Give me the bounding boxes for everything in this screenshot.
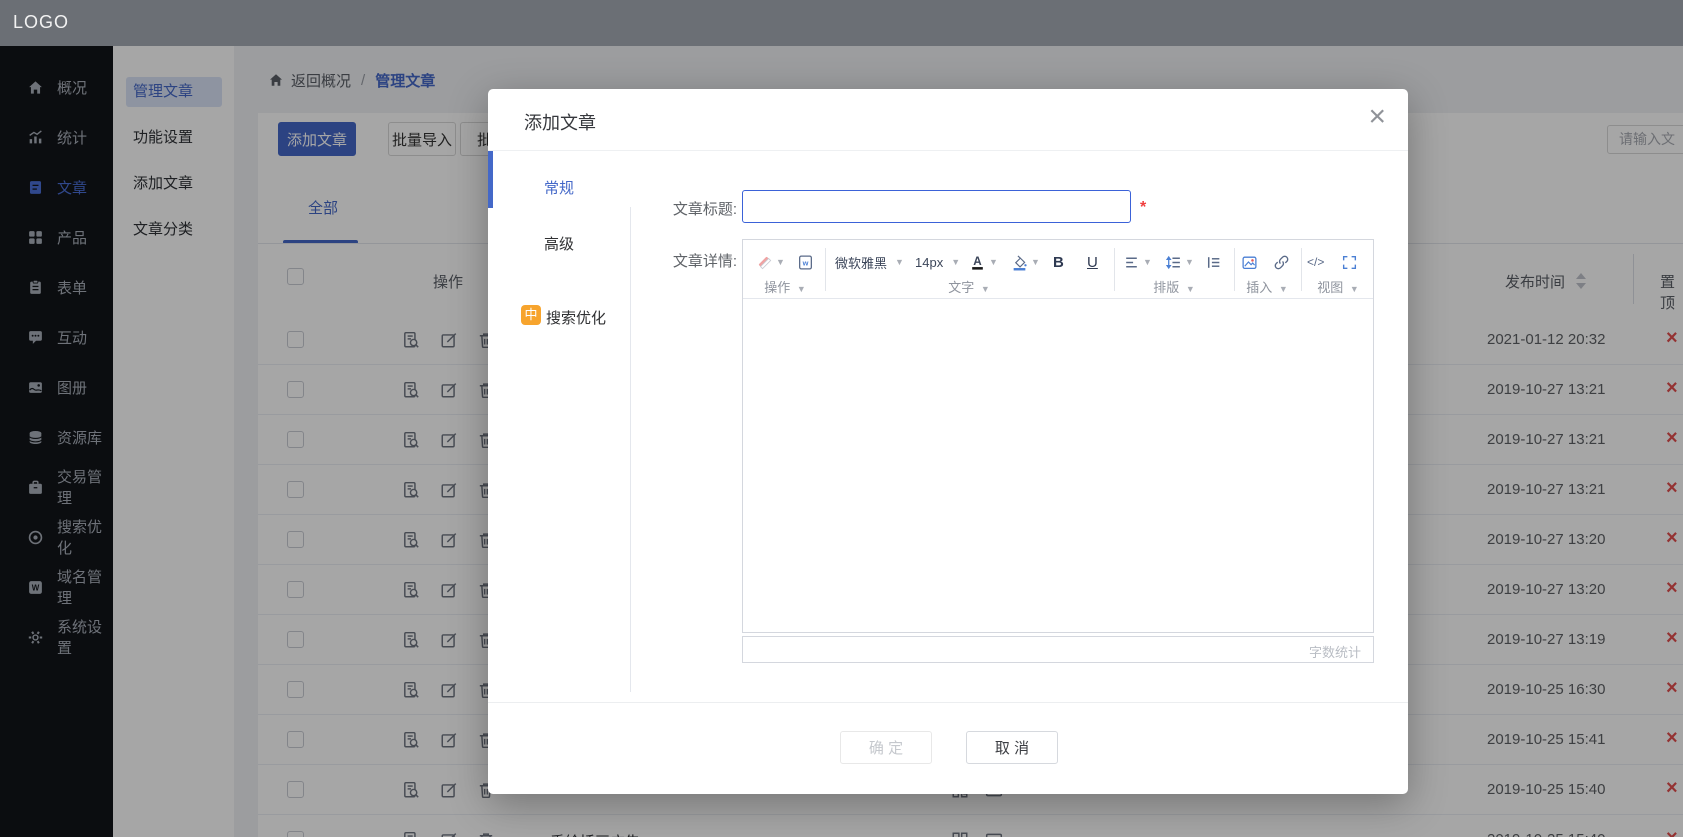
svg-text:w: w xyxy=(802,258,809,267)
group-label-layout[interactable]: 排版 ▼ xyxy=(1153,277,1195,296)
word-count-label: 字数统计 xyxy=(1309,642,1361,661)
line-height-icon xyxy=(1165,254,1182,271)
editor-toolbar: ▼ w 操作 ▼ 微软雅黑▼ 14px▼ A ▼ xyxy=(743,240,1373,299)
font-family-select[interactable]: 微软雅黑▼ xyxy=(835,250,904,274)
insert-image-button[interactable] xyxy=(1241,250,1258,274)
rich-text-editor: ▼ w 操作 ▼ 微软雅黑▼ 14px▼ A ▼ xyxy=(742,239,1374,633)
font-color-icon: A xyxy=(969,254,986,271)
modal-title: 添加文章 xyxy=(524,109,596,135)
align-button[interactable]: ▼ xyxy=(1123,250,1152,274)
word-count-bar: 字数统计 xyxy=(742,636,1374,663)
cancel-button[interactable]: 取 消 xyxy=(966,731,1058,764)
toolbar-separator xyxy=(825,248,826,291)
font-color-button[interactable]: A ▼ xyxy=(969,250,998,274)
required-mark: * xyxy=(1140,199,1146,217)
article-detail-label: 文章详情: xyxy=(638,250,737,271)
tab-strip-border xyxy=(630,207,631,692)
dropdown-caret-icon: ▼ xyxy=(776,257,785,267)
toolbar-separator xyxy=(1234,248,1235,291)
font-size-select[interactable]: 14px▼ xyxy=(915,250,960,274)
eraser-icon xyxy=(756,254,773,271)
indent-button[interactable] xyxy=(1205,250,1222,274)
group-label-action[interactable]: 操作 ▼ xyxy=(764,277,806,296)
align-icon xyxy=(1123,254,1140,271)
import-word-button[interactable]: w xyxy=(797,250,814,274)
group-label-insert[interactable]: 插入 ▼ xyxy=(1246,277,1288,296)
fullscreen-icon xyxy=(1341,254,1358,271)
background-color-button[interactable]: ▼ xyxy=(1011,250,1040,274)
modal-tab-seo-label: 搜索优化 xyxy=(546,307,606,328)
modal-footer: 确 定 取 消 xyxy=(488,702,1408,794)
modal-tab-seo[interactable]: 中 搜索优化 xyxy=(488,307,630,327)
top-bar: LOGO xyxy=(0,0,1683,46)
dropdown-caret-icon: ▼ xyxy=(1143,257,1152,267)
insert-image-icon xyxy=(1241,254,1258,271)
paint-bucket-icon xyxy=(1011,254,1028,271)
link-icon xyxy=(1273,254,1290,271)
add-article-modal: 添加文章 × 常规 高级 中 搜索优化 文章标题: * 文章详情: ▼ w xyxy=(488,89,1408,794)
modal-header: 添加文章 × xyxy=(488,89,1408,151)
line-height-button[interactable]: ▼ xyxy=(1165,250,1194,274)
confirm-button[interactable]: 确 定 xyxy=(840,731,932,764)
insert-link-button[interactable] xyxy=(1273,250,1290,274)
group-label-text[interactable]: 文字 ▼ xyxy=(948,277,990,296)
modal-tab-general[interactable]: 常规 xyxy=(488,177,630,198)
source-code-button[interactable]: </> xyxy=(1307,250,1324,274)
group-label-view[interactable]: 视图 ▼ xyxy=(1317,277,1359,296)
editor-content-area[interactable] xyxy=(743,299,1373,632)
app-root: LOGO 概况 统计 文章 产品 表单 互动 图册 xyxy=(0,0,1683,837)
toolbar-separator xyxy=(1301,248,1302,291)
toolbar-separator xyxy=(1114,248,1115,291)
seo-badge-icon: 中 xyxy=(521,305,541,325)
article-title-input[interactable] xyxy=(742,190,1131,223)
indent-icon xyxy=(1205,254,1222,271)
modal-tab-advanced[interactable]: 高级 xyxy=(488,233,630,254)
dropdown-caret-icon: ▼ xyxy=(1031,257,1040,267)
svg-text:A: A xyxy=(973,255,982,268)
logo: LOGO xyxy=(13,12,69,33)
fullscreen-button[interactable] xyxy=(1341,250,1358,274)
bold-button[interactable]: B xyxy=(1053,250,1064,274)
close-icon[interactable]: × xyxy=(1368,96,1386,138)
dropdown-caret-icon: ▼ xyxy=(989,257,998,267)
article-title-label: 文章标题: xyxy=(638,198,737,219)
clear-format-button[interactable]: ▼ xyxy=(756,250,785,274)
word-doc-icon: w xyxy=(797,254,814,271)
dropdown-caret-icon: ▼ xyxy=(1185,257,1194,267)
underline-button[interactable]: U xyxy=(1087,250,1098,274)
